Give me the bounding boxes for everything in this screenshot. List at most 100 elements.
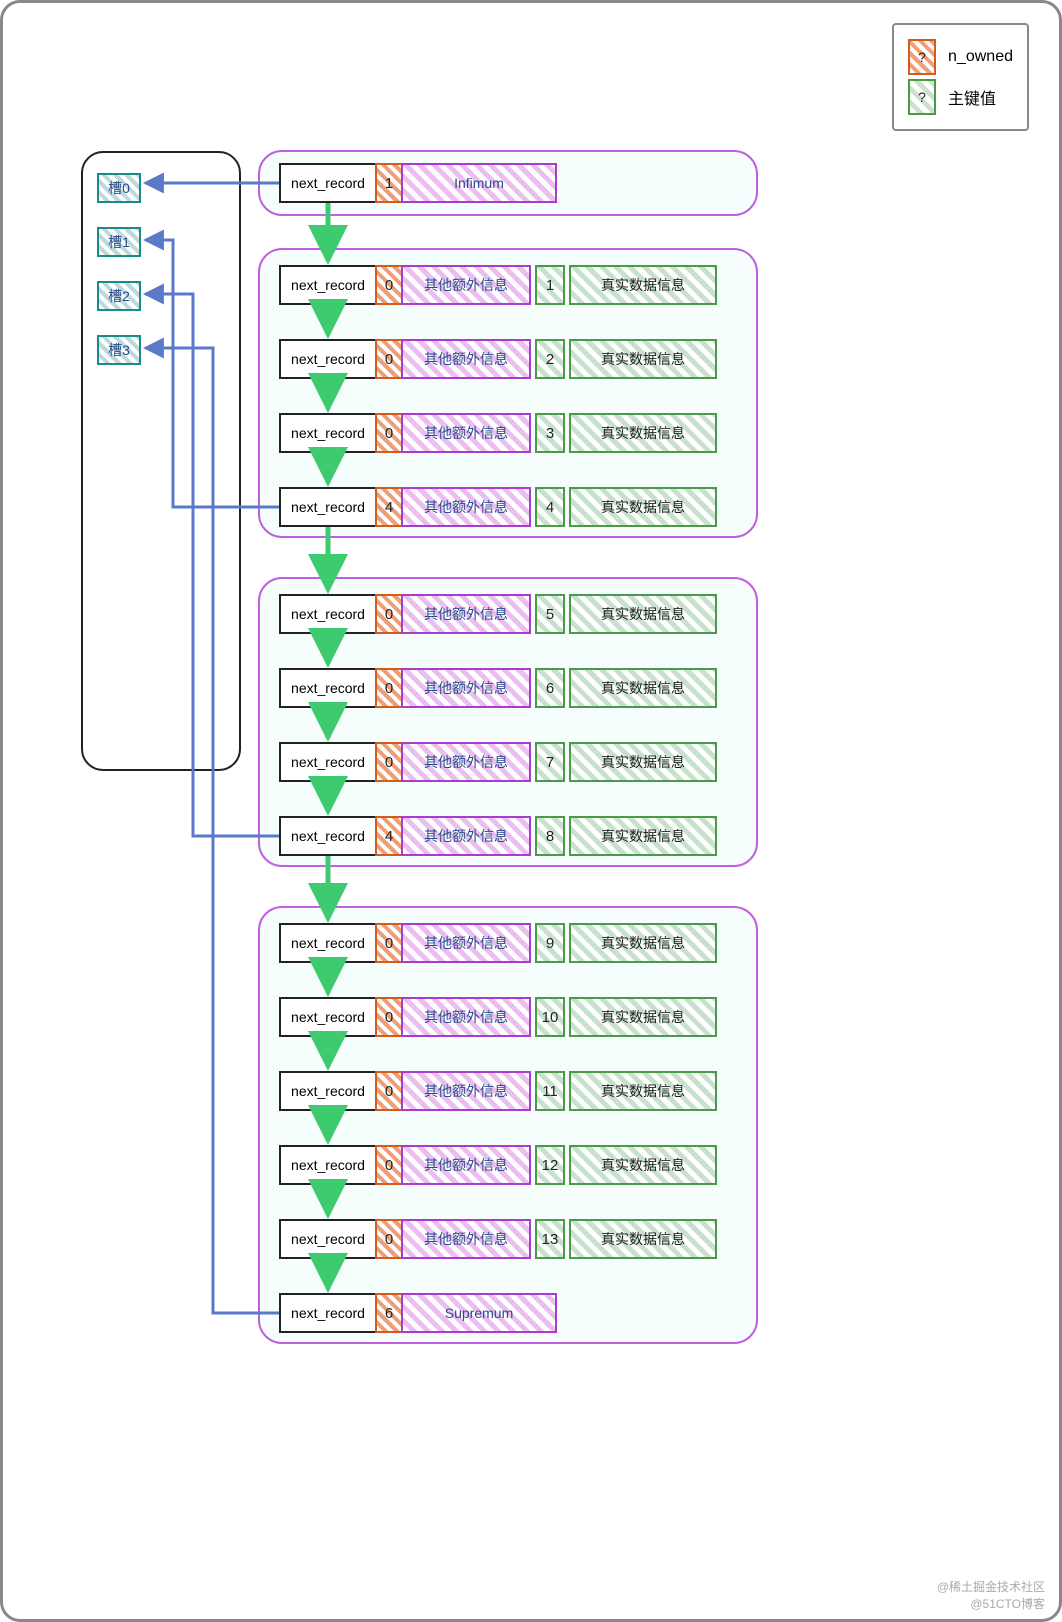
pk-cell: 3 <box>535 413 565 453</box>
data-cell: 真实数据信息 <box>569 265 717 305</box>
data-cell: 真实数据信息 <box>569 923 717 963</box>
n-owned-cell: 0 <box>375 1071 403 1111</box>
extra-info-cell: Supremum <box>401 1293 557 1333</box>
slot-label: 槽3 <box>108 340 130 360</box>
legend-label-nowned: n_owned <box>948 48 1013 66</box>
n-owned-cell: 0 <box>375 997 403 1037</box>
extra-info-cell: 其他额外信息 <box>401 997 531 1037</box>
n-owned-cell: 0 <box>375 668 403 708</box>
pk-cell: 6 <box>535 668 565 708</box>
record-row: next_record 6 Supremum <box>279 1293 557 1333</box>
slot-label: 槽2 <box>108 286 130 306</box>
record-row: next_record 0 其他额外信息 12 真实数据信息 <box>279 1145 717 1185</box>
record-row: next_record 0 其他额外信息 5 真实数据信息 <box>279 594 717 634</box>
legend-row-pk: ? 主键值 <box>908 79 1013 115</box>
next-record-cell: next_record <box>279 339 377 379</box>
next-record-cell: next_record <box>279 413 377 453</box>
extra-info-cell: 其他额外信息 <box>401 816 531 856</box>
next-record-cell: next_record <box>279 1219 377 1259</box>
extra-info-cell: 其他额外信息 <box>401 923 531 963</box>
pk-cell: 2 <box>535 339 565 379</box>
legend-row-nowned: ? n_owned <box>908 39 1013 75</box>
legend-swatch-nowned: ? <box>908 39 936 75</box>
data-cell: 真实数据信息 <box>569 413 717 453</box>
data-cell: 真实数据信息 <box>569 1071 717 1111</box>
data-cell: 真实数据信息 <box>569 668 717 708</box>
data-cell: 真实数据信息 <box>569 594 717 634</box>
pk-cell: 4 <box>535 487 565 527</box>
n-owned-cell: 0 <box>375 339 403 379</box>
n-owned-cell: 4 <box>375 816 403 856</box>
record-row: next_record 0 其他额外信息 13 真实数据信息 <box>279 1219 717 1259</box>
record-row: next_record 0 其他额外信息 10 真实数据信息 <box>279 997 717 1037</box>
extra-info-cell: 其他额外信息 <box>401 594 531 634</box>
extra-info-cell: 其他额外信息 <box>401 265 531 305</box>
pk-cell: 13 <box>535 1219 565 1259</box>
extra-info-cell: Infimum <box>401 163 557 203</box>
legend-swatch-pk: ? <box>908 79 936 115</box>
data-cell: 真实数据信息 <box>569 742 717 782</box>
n-owned-cell: 0 <box>375 1145 403 1185</box>
extra-info-cell: 其他额外信息 <box>401 339 531 379</box>
pk-cell: 7 <box>535 742 565 782</box>
group-box-3 <box>258 906 758 1344</box>
next-record-cell: next_record <box>279 163 377 203</box>
record-row: next_record 0 其他额外信息 1 真实数据信息 <box>279 265 717 305</box>
n-owned-cell: 6 <box>375 1293 403 1333</box>
pk-cell: 5 <box>535 594 565 634</box>
watermark-line: @51CTO博客 <box>937 1596 1045 1613</box>
next-record-cell: next_record <box>279 487 377 527</box>
watermark-line: @稀土掘金技术社区 <box>937 1579 1045 1596</box>
next-record-cell: next_record <box>279 997 377 1037</box>
slot-3: 槽3 <box>97 335 141 365</box>
extra-info-cell: 其他额外信息 <box>401 1071 531 1111</box>
n-owned-cell: 0 <box>375 413 403 453</box>
next-record-cell: next_record <box>279 668 377 708</box>
extra-info-cell: 其他额外信息 <box>401 668 531 708</box>
record-row: next_record 0 其他额外信息 7 真实数据信息 <box>279 742 717 782</box>
slot-2: 槽2 <box>97 281 141 311</box>
data-cell: 真实数据信息 <box>569 339 717 379</box>
n-owned-cell: 1 <box>375 163 403 203</box>
record-row: next_record 0 其他额外信息 6 真实数据信息 <box>279 668 717 708</box>
slot-1: 槽1 <box>97 227 141 257</box>
next-record-cell: next_record <box>279 816 377 856</box>
data-cell: 真实数据信息 <box>569 487 717 527</box>
extra-info-cell: 其他额外信息 <box>401 487 531 527</box>
n-owned-cell: 0 <box>375 265 403 305</box>
next-record-cell: next_record <box>279 1071 377 1111</box>
record-row: next_record 0 其他额外信息 3 真实数据信息 <box>279 413 717 453</box>
record-row: next_record 1 Infimum <box>279 163 557 203</box>
next-record-cell: next_record <box>279 742 377 782</box>
n-owned-cell: 4 <box>375 487 403 527</box>
slot-0: 槽0 <box>97 173 141 203</box>
n-owned-cell: 0 <box>375 1219 403 1259</box>
extra-info-cell: 其他额外信息 <box>401 1145 531 1185</box>
pk-cell: 12 <box>535 1145 565 1185</box>
next-record-cell: next_record <box>279 265 377 305</box>
n-owned-cell: 0 <box>375 594 403 634</box>
data-cell: 真实数据信息 <box>569 816 717 856</box>
slot-label: 槽0 <box>108 178 130 198</box>
pk-cell: 1 <box>535 265 565 305</box>
pk-cell: 11 <box>535 1071 565 1111</box>
data-cell: 真实数据信息 <box>569 997 717 1037</box>
record-row: next_record 0 其他额外信息 9 真实数据信息 <box>279 923 717 963</box>
data-cell: 真实数据信息 <box>569 1145 717 1185</box>
data-cell: 真实数据信息 <box>569 1219 717 1259</box>
next-record-cell: next_record <box>279 1145 377 1185</box>
legend-label-pk: 主键值 <box>948 85 996 109</box>
slot-label: 槽1 <box>108 232 130 252</box>
pk-cell: 9 <box>535 923 565 963</box>
extra-info-cell: 其他额外信息 <box>401 1219 531 1259</box>
slot-column: 槽0 槽1 槽2 槽3 <box>81 151 241 771</box>
next-record-cell: next_record <box>279 1293 377 1333</box>
record-row: next_record 0 其他额外信息 2 真实数据信息 <box>279 339 717 379</box>
legend: ? n_owned ? 主键值 <box>892 23 1029 131</box>
extra-info-cell: 其他额外信息 <box>401 413 531 453</box>
pk-cell: 10 <box>535 997 565 1037</box>
diagram-canvas: ? n_owned ? 主键值 槽0 槽1 槽2 槽3 next_record … <box>0 0 1062 1622</box>
next-record-cell: next_record <box>279 594 377 634</box>
next-record-cell: next_record <box>279 923 377 963</box>
record-row: next_record 4 其他额外信息 8 真实数据信息 <box>279 816 717 856</box>
